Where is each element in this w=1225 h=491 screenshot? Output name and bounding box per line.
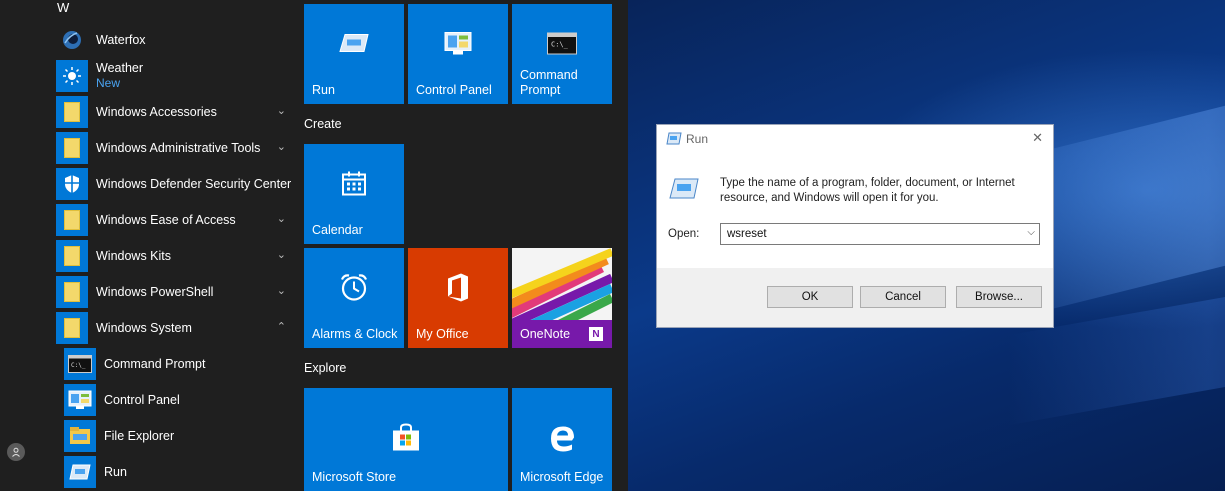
app-label: Windows Accessories	[96, 105, 217, 119]
run-titlebar-icon	[666, 132, 682, 150]
chevron-up-icon[interactable]: ⌃	[277, 320, 286, 333]
app-label: Command Prompt	[104, 357, 206, 371]
group-label-create[interactable]: Create	[304, 117, 342, 131]
run-icon	[339, 33, 369, 60]
tile-microsoft-edge[interactable]: Microsoft Edge	[512, 388, 612, 491]
app-label: Windows System	[96, 321, 192, 335]
tile-command-prompt[interactable]: C:\_ Command Prompt	[512, 4, 612, 104]
dialog-message: Type the name of a program, folder, docu…	[720, 177, 1015, 204]
store-bag-icon	[391, 422, 421, 456]
start-rail	[0, 0, 44, 491]
open-label: Open:	[668, 228, 700, 240]
new-badge: New	[96, 76, 121, 90]
tile-label: OneNote	[520, 327, 571, 341]
chevron-down-icon[interactable]: ⌄	[277, 212, 286, 225]
folder-icon	[56, 204, 88, 236]
app-control-panel[interactable]: Control Panel	[64, 384, 300, 416]
tile-alarms-clock[interactable]: Alarms & Clock	[304, 248, 404, 348]
app-file-explorer[interactable]: File Explorer	[64, 420, 300, 452]
cancel-button[interactable]: Cancel	[860, 286, 946, 308]
dialog-footer: OK Cancel Browse...	[657, 268, 1053, 327]
tile-onenote[interactable]: N OneNote	[512, 248, 612, 348]
edge-icon	[548, 423, 576, 456]
tile-label: My Office	[416, 327, 469, 341]
close-icon[interactable]: ✕	[1032, 130, 1043, 146]
app-windows-kits[interactable]: Windows Kits ⌄	[56, 240, 292, 272]
folder-icon	[56, 132, 88, 164]
app-windows-ease-of-access[interactable]: Windows Ease of Access ⌄	[56, 204, 292, 236]
app-label: File Explorer	[104, 429, 175, 443]
dialog-titlebar[interactable]: Run ✕	[657, 125, 1053, 153]
app-label: Run	[104, 465, 127, 479]
chevron-down-icon[interactable]: ⌄	[277, 140, 286, 153]
run-large-icon	[669, 177, 699, 206]
app-label: Control Panel	[104, 393, 180, 407]
section-letter[interactable]: W	[57, 0, 69, 15]
tile-label: Command Prompt	[520, 68, 578, 97]
office-icon	[445, 273, 471, 308]
run-icon	[64, 456, 96, 488]
calendar-icon	[341, 171, 367, 202]
chevron-down-icon[interactable]: ⌄	[277, 248, 286, 261]
tile-control-panel[interactable]: Control Panel	[408, 4, 508, 104]
app-label: Windows Administrative Tools	[96, 141, 261, 155]
tile-label: Microsoft Edge	[520, 470, 604, 484]
app-run[interactable]: Run	[64, 456, 300, 488]
tile-microsoft-store[interactable]: Microsoft Store	[304, 388, 508, 491]
app-windows-powershell[interactable]: Windows PowerShell ⌄	[56, 276, 292, 308]
command-prompt-icon: C:\_	[64, 348, 96, 380]
folder-open-icon	[56, 312, 88, 344]
weather-sun-icon	[56, 60, 88, 92]
open-input[interactable]	[721, 224, 1029, 244]
app-label: Windows Defender Security Center	[96, 177, 292, 191]
app-windows-accessories[interactable]: Windows Accessories ⌄	[56, 96, 292, 128]
dialog-title: Run	[686, 132, 709, 146]
tile-my-office[interactable]: My Office	[408, 248, 508, 348]
chevron-down-icon[interactable]: ⌄	[277, 284, 286, 297]
command-prompt-icon: C:\_	[547, 32, 577, 60]
user-avatar-icon[interactable]	[7, 443, 25, 461]
folder-icon	[56, 276, 88, 308]
tile-label: Alarms & Clock	[312, 327, 398, 341]
chevron-down-icon[interactable]: ⌄	[277, 104, 286, 117]
app-command-prompt[interactable]: C:\_ Command Prompt	[64, 348, 300, 380]
alarm-clock-icon	[339, 273, 369, 308]
tile-label: Control Panel	[416, 83, 492, 97]
ok-button[interactable]: OK	[767, 286, 853, 308]
folder-icon	[56, 240, 88, 272]
app-weather[interactable]: Weather New	[56, 60, 292, 92]
shield-icon	[56, 168, 88, 200]
svg-text:C:\_: C:\_	[71, 362, 86, 369]
app-windows-system[interactable]: Windows System ⌃	[56, 312, 292, 344]
app-label: Waterfox	[96, 33, 146, 47]
app-windows-defender[interactable]: Windows Defender Security Center	[56, 168, 292, 200]
app-windows-administrative-tools[interactable]: Windows Administrative Tools ⌄	[56, 132, 292, 164]
run-dialog: Run ✕ Type the name of a program, folder…	[656, 124, 1054, 328]
app-waterfox[interactable]: Waterfox	[56, 24, 292, 56]
start-menu: W Waterfox Weather New Windows Accessori…	[0, 0, 628, 491]
group-label-explore[interactable]: Explore	[304, 361, 346, 375]
chevron-down-icon[interactable]: ⌵	[1027, 227, 1035, 238]
folder-icon	[56, 96, 88, 128]
tile-run[interactable]: Run	[304, 4, 404, 104]
app-label: Weather	[96, 61, 144, 75]
waterfox-icon	[56, 24, 88, 56]
tile-calendar[interactable]: Calendar	[304, 144, 404, 244]
tile-label: Run	[312, 83, 335, 97]
app-label: Windows PowerShell	[96, 285, 214, 299]
control-panel-icon	[444, 32, 472, 61]
browse-button[interactable]: Browse...	[956, 286, 1042, 308]
file-explorer-icon	[64, 420, 96, 452]
app-label: Windows Kits	[96, 249, 172, 263]
app-list: W Waterfox Weather New Windows Accessori…	[44, 0, 294, 491]
app-label: Windows Ease of Access	[96, 213, 236, 227]
tile-label: Calendar	[312, 223, 363, 237]
onenote-logo-icon: N	[589, 327, 603, 341]
open-combobox[interactable]: ⌵	[720, 223, 1040, 245]
tile-label: Microsoft Store	[312, 470, 397, 484]
control-panel-icon	[64, 384, 96, 416]
svg-text:C:\_: C:\_	[551, 41, 569, 49]
